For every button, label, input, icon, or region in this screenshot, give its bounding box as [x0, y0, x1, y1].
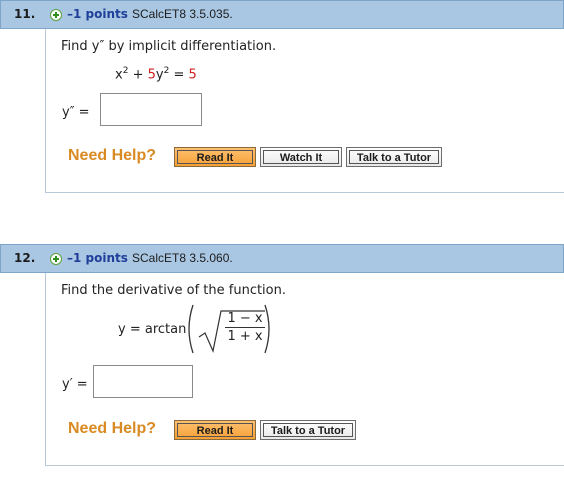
read-it-button[interactable]: Read It	[174, 420, 256, 440]
talk-to-tutor-label: Talk to a Tutor	[349, 150, 439, 164]
points-link[interactable]: –1 points	[67, 251, 128, 265]
question-prompt: Find y″ by implicit differentiation.	[61, 39, 277, 54]
watch-it-button[interactable]: Watch It	[260, 147, 342, 167]
points-link[interactable]: –1 points	[67, 7, 128, 21]
eq-coefficient: 5	[147, 67, 156, 83]
read-it-label: Read It	[177, 423, 253, 437]
eq-exponent: 2	[163, 66, 170, 76]
need-help-label: Need Help?	[68, 147, 157, 164]
eq-term: x	[115, 67, 123, 83]
equation: x2 + 5y2 = 5	[115, 66, 197, 82]
equation-lhs: y = arctan	[118, 322, 187, 337]
eq-equals: =	[173, 67, 185, 83]
answer-input[interactable]	[93, 365, 193, 398]
talk-to-tutor-button[interactable]: Talk to a Tutor	[346, 147, 442, 167]
eq-exponent: 2	[122, 66, 129, 76]
need-help-label: Need Help?	[68, 420, 157, 437]
question-11-header: 11. –1 points SCalcET8 3.5.035.	[0, 0, 564, 29]
question-number: 12.	[14, 251, 36, 265]
fraction-denominator: 1 + x	[225, 329, 265, 344]
question-source: SCalcET8 3.5.035.	[132, 7, 233, 21]
numerator-text: 1 − x	[227, 311, 263, 326]
question-number: 11.	[14, 7, 36, 21]
fraction-numerator: 1 − x	[225, 311, 265, 326]
answer-label: y′ =	[62, 377, 88, 392]
watch-it-label: Watch It	[263, 150, 339, 164]
read-it-label: Read It	[177, 150, 253, 164]
question-12-header: 12. –1 points SCalcET8 3.5.060.	[0, 244, 564, 273]
question-prompt: Find the derivative of the function.	[61, 283, 286, 298]
expand-plus-icon[interactable]	[50, 253, 62, 265]
question-source: SCalcET8 3.5.060.	[132, 251, 233, 265]
read-it-button[interactable]: Read It	[174, 147, 256, 167]
fraction-bar	[225, 327, 265, 328]
answer-label: y″ =	[62, 105, 90, 120]
eq-term: y	[155, 67, 164, 83]
eq-rhs: 5	[188, 67, 197, 83]
question-11-body: Find y″ by implicit differentiation. x2 …	[45, 29, 564, 193]
expand-plus-icon[interactable]	[50, 9, 62, 21]
denominator-text: 1 + x	[227, 329, 263, 344]
eq-plus: +	[132, 67, 144, 83]
answer-input[interactable]	[100, 93, 202, 126]
question-12-body: Find the derivative of the function. y =…	[45, 273, 564, 466]
talk-to-tutor-label: Talk to a Tutor	[263, 423, 353, 437]
talk-to-tutor-button[interactable]: Talk to a Tutor	[260, 420, 356, 440]
